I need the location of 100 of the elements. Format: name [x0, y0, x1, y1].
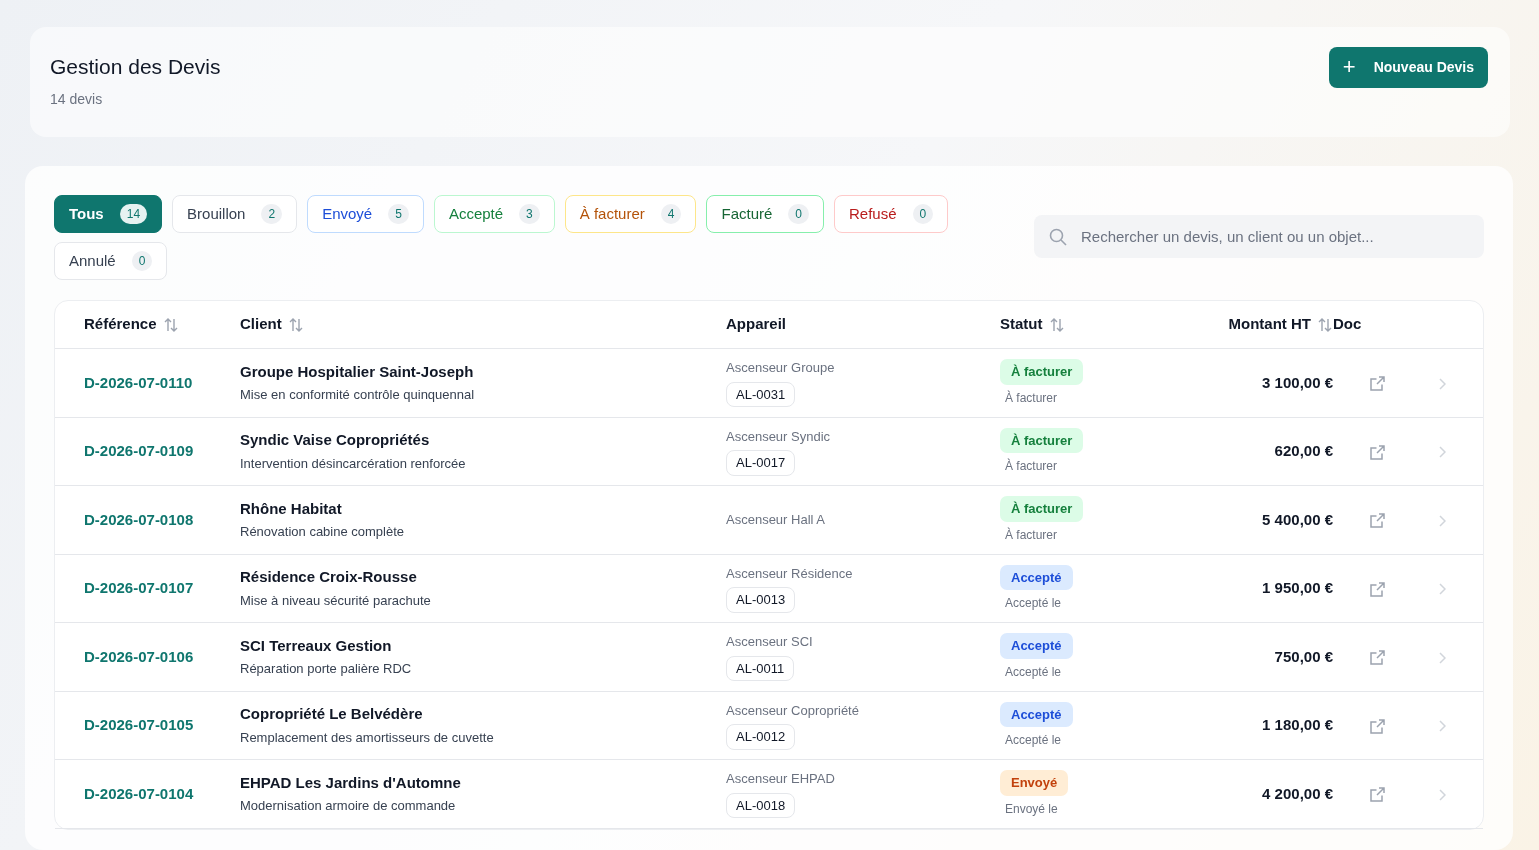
device-code-tag: AL-0017	[726, 450, 796, 476]
count-badge: 3	[519, 204, 540, 224]
device-name: Ascenseur EHPAD	[726, 770, 836, 789]
status-note: À facturer	[1004, 526, 1059, 544]
filter-tab[interactable]: Accepté 3	[433, 195, 555, 233]
chevron-right-icon[interactable]	[1438, 377, 1446, 390]
device-code-tag: AL-0012	[726, 724, 796, 750]
device-name: Ascenseur Résidence	[726, 564, 854, 583]
device-code-tag: AL-0018	[726, 792, 796, 819]
count-badge: 14	[119, 204, 148, 224]
sort-icon[interactable]	[1317, 316, 1333, 333]
status-note: Accepté le	[1004, 732, 1063, 749]
chevron-right-icon[interactable]	[1438, 514, 1446, 527]
external-link-icon[interactable]	[1369, 512, 1386, 530]
amount: 4 200,00 €	[1262, 784, 1333, 802]
external-link-icon[interactable]	[1369, 580, 1386, 598]
device-code-tag: AL-0013	[726, 587, 796, 613]
status-note: Envoyé le	[1004, 800, 1059, 818]
count-badge: 2	[261, 204, 283, 224]
quote-subject: Modernisation armoire de commande	[240, 797, 457, 816]
amount: 1 950,00 €	[1262, 579, 1333, 596]
client-name: EHPAD Les Jardins d'Automne	[240, 772, 462, 793]
filter-tab[interactable]: Brouillon 2	[172, 195, 298, 233]
filter-tab[interactable]: Annulé 0	[54, 242, 168, 280]
status-label: Accepté	[1000, 701, 1073, 727]
status-label: À facturer	[1000, 496, 1084, 522]
external-link-icon[interactable]	[1369, 375, 1386, 393]
quote-reference-link[interactable]: D-2026-07-0106	[84, 647, 194, 665]
filter-tab[interactable]: Tous 14	[54, 195, 163, 233]
external-link-icon[interactable]	[1369, 443, 1386, 461]
count-badge: 0	[912, 204, 934, 224]
status-label: Envoyé	[1000, 770, 1069, 796]
chevron-right-icon[interactable]	[1438, 446, 1446, 459]
client-name: SCI Terreaux Gestion	[240, 635, 393, 656]
device-name: Ascenseur Groupe	[726, 359, 836, 378]
external-link-icon[interactable]	[1369, 786, 1386, 804]
filter-tab[interactable]: Refusé 0	[834, 195, 949, 233]
quote-reference-link[interactable]: D-2026-07-0110	[84, 373, 193, 391]
client-name: Rhône Habitat	[240, 498, 343, 519]
quote-reference-link[interactable]: D-2026-07-0108	[84, 510, 194, 528]
quote-count: 14 devis	[50, 90, 104, 110]
amount: 5 400,00 €	[1262, 510, 1333, 528]
search-icon	[1049, 228, 1067, 246]
page-title: Gestion des Devis	[50, 53, 221, 80]
sort-icon[interactable]	[162, 316, 179, 333]
quote-reference-link[interactable]: D-2026-07-0105	[84, 716, 194, 733]
count-badge: 0	[788, 204, 810, 224]
device-name: Ascenseur Syndic	[726, 427, 832, 446]
sort-icon[interactable]	[287, 316, 304, 333]
external-link-icon[interactable]	[1369, 649, 1386, 667]
quote-subject: Réparation porte palière RDC	[240, 660, 413, 679]
count-badge: 4	[660, 204, 682, 224]
chevron-right-icon[interactable]	[1438, 720, 1446, 733]
quote-subject: Rénovation cabine complète	[240, 523, 406, 542]
filter-tab[interactable]: Facturé 0	[706, 195, 825, 233]
chevron-right-icon[interactable]	[1438, 651, 1446, 664]
quote-reference-link[interactable]: D-2026-07-0107	[84, 579, 194, 596]
column-header: Appareil	[726, 314, 786, 335]
amount: 1 180,00 €	[1262, 716, 1333, 733]
quote-subject: Intervention désincarcération renforcée	[240, 454, 467, 473]
count-badge: 0	[131, 251, 153, 271]
status-note: À facturer	[1004, 389, 1059, 407]
quote-reference-link[interactable]: D-2026-07-0109	[84, 442, 194, 459]
quote-subject: Mise en conformité contrôle quinquennal	[240, 386, 476, 405]
status-note: Accepté le	[1004, 663, 1063, 681]
device-name: Ascenseur Hall A	[726, 511, 826, 529]
amount: 750,00 €	[1274, 647, 1333, 665]
client-name: Groupe Hospitalier Saint-Joseph	[240, 361, 475, 382]
count-badge: 5	[388, 204, 409, 224]
filter-tab[interactable]: Envoyé 5	[307, 195, 424, 233]
client-name: Résidence Croix-Rousse	[240, 567, 418, 588]
device-code-tag: AL-0011	[726, 655, 795, 682]
column-header: Statut	[1000, 314, 1043, 335]
sort-icon[interactable]	[1048, 316, 1065, 333]
column-header: Doc	[1333, 314, 1362, 335]
quote-subject: Mise à niveau sécurité parachute	[240, 591, 432, 610]
filter-tab[interactable]: À facturer 4	[564, 195, 697, 233]
column-header: Référence	[84, 314, 157, 335]
client-name: Copropriété Le Belvédère	[240, 704, 424, 725]
quote-reference-link[interactable]: D-2026-07-0104	[84, 784, 194, 802]
status-label: À facturer	[1000, 359, 1084, 385]
device-name: Ascenseur SCI	[726, 633, 814, 652]
quote-subject: Remplacement des amortisseurs de cuvette	[240, 728, 495, 747]
status-note: À facturer	[1004, 457, 1059, 475]
status-label: Accepté	[1000, 633, 1073, 659]
search-field[interactable]: Rechercher un devis, un client ou un objet...	[1034, 215, 1484, 258]
amount: 3 100,00 €	[1262, 373, 1333, 391]
column-header: Client	[240, 314, 282, 335]
client-name: Syndic Vaise Copropriétés	[240, 430, 431, 451]
external-link-icon[interactable]	[1369, 717, 1386, 735]
new-quote-button[interactable]: + Nouveau Devis	[1328, 46, 1488, 88]
device-code-tag: AL-0031	[726, 381, 796, 408]
chevron-right-icon[interactable]	[1438, 788, 1446, 801]
plus-icon: +	[1342, 56, 1356, 78]
amount: 620,00 €	[1274, 442, 1333, 459]
chevron-right-icon[interactable]	[1438, 583, 1446, 596]
column-header: Montant HT	[1228, 314, 1311, 335]
status-label: Accepté	[1000, 564, 1073, 590]
device-name: Ascenseur Copropriété	[726, 701, 860, 720]
status-note: Accepté le	[1004, 595, 1063, 612]
